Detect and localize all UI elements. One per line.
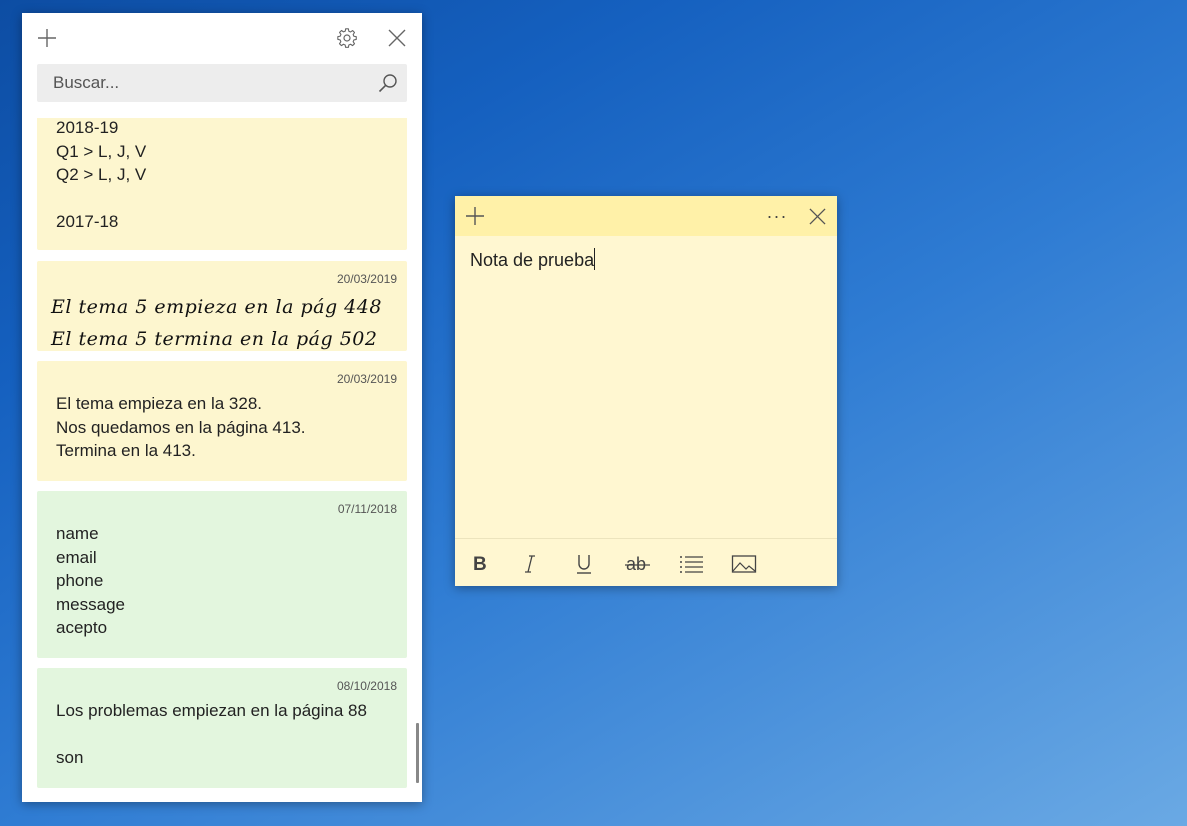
more-icon: ···: [766, 205, 788, 226]
scrollbar[interactable]: [416, 723, 419, 783]
note-card[interactable]: 07/11/2018 name email phone message acep…: [37, 491, 407, 658]
note-text: El tema empieza en la 328. Nos quedamos …: [56, 394, 306, 460]
note-date: 07/11/2018: [337, 502, 397, 516]
note-text: Los problemas empiezan en la página 88 s…: [56, 701, 367, 767]
note-content: Nota de prueba: [470, 250, 595, 270]
note-card[interactable]: 20/03/2019 El tema empieza en la 328. No…: [37, 361, 407, 481]
bold-icon: B: [473, 554, 487, 574]
italic-icon: [525, 555, 535, 573]
underline-icon: [577, 555, 591, 574]
plus-icon: [38, 29, 56, 47]
bullet-list-button[interactable]: [677, 551, 705, 577]
settings-button[interactable]: [335, 26, 359, 50]
gear-icon: [337, 28, 357, 48]
image-button[interactable]: [730, 551, 758, 577]
new-note-button[interactable]: [463, 204, 487, 228]
notes-list: 2018-19 Q1 > L, J, V Q2 > L, J, V 2017-1…: [37, 118, 407, 802]
bold-button[interactable]: B: [466, 551, 492, 577]
strikethrough-icon: ab: [625, 554, 650, 574]
new-note-button[interactable]: [35, 26, 59, 50]
close-icon: [808, 207, 826, 225]
note-text: name email phone message acepto: [56, 524, 125, 637]
note-handwriting: El tema 5 empieza en la pág 448 El tema …: [51, 296, 382, 350]
close-button[interactable]: [385, 26, 409, 50]
notes-list-window: 2018-19 Q1 > L, J, V Q2 > L, J, V 2017-1…: [22, 13, 422, 802]
search-button[interactable]: [377, 72, 399, 94]
svg-text:B: B: [473, 554, 487, 574]
note-card[interactable]: 2018-19 Q1 > L, J, V Q2 > L, J, V 2017-1…: [37, 118, 407, 250]
format-toolbar: B ab: [455, 538, 837, 587]
search-icon: [378, 74, 397, 93]
note-date: 20/03/2019: [336, 272, 397, 286]
note-date: 08/10/2018: [336, 679, 397, 693]
note-card[interactable]: 20/03/2019 El tema 5 empieza en la pág 4…: [37, 261, 407, 351]
close-note-button[interactable]: [805, 204, 829, 228]
search-input[interactable]: [37, 64, 373, 102]
close-icon: [388, 29, 406, 47]
underline-button[interactable]: [571, 551, 597, 577]
plus-icon: [466, 207, 484, 225]
image-icon: [731, 555, 757, 573]
more-options-button[interactable]: ···: [765, 204, 789, 228]
strikethrough-button[interactable]: ab: [624, 551, 652, 577]
sticky-note-window: ··· Nota de prueba B ab: [455, 196, 837, 586]
svg-text:ab: ab: [626, 554, 646, 574]
note-editor[interactable]: Nota de prueba: [470, 248, 596, 271]
search-box: [37, 64, 407, 102]
note-card[interactable]: 08/10/2018 Los problemas empiezan en la …: [37, 668, 407, 788]
note-date: 20/03/2019: [336, 372, 397, 386]
text-caret: [594, 248, 596, 270]
note-text: 2018-19 Q1 > L, J, V Q2 > L, J, V 2017-1…: [56, 118, 147, 231]
note-titlebar[interactable]: ···: [455, 196, 837, 236]
list-titlebar: [22, 13, 422, 63]
italic-button[interactable]: [518, 551, 544, 577]
bullet-list-icon: [680, 556, 703, 573]
